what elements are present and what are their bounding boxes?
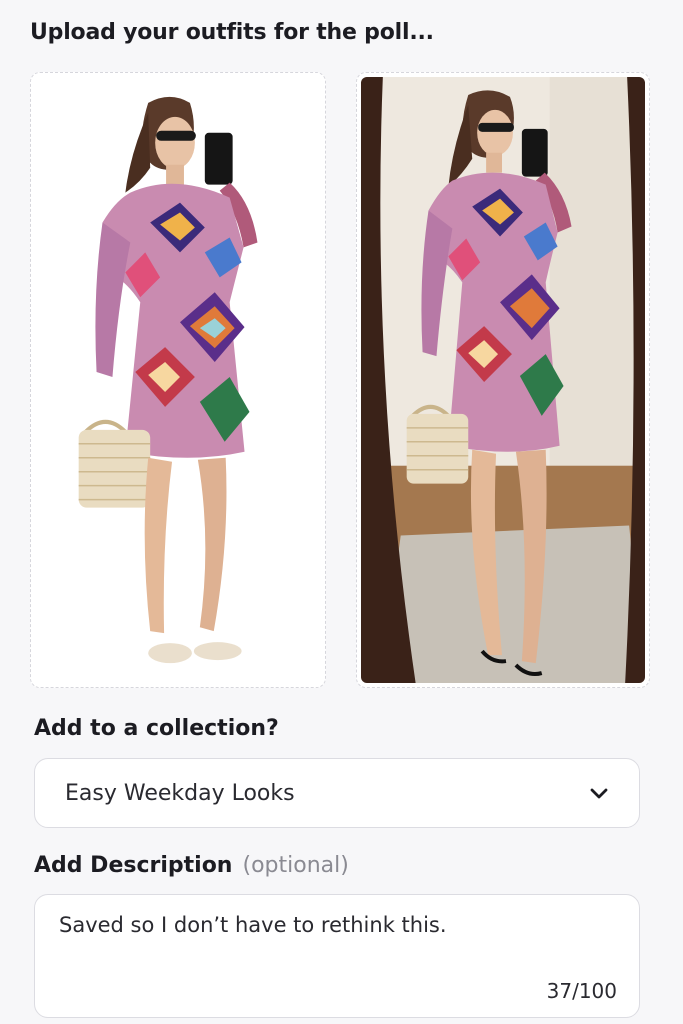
character-counter: 37/100 [546, 979, 617, 1003]
outfit-photo-2[interactable] [361, 77, 645, 683]
description-label: Add Description (optional) [34, 853, 349, 878]
page-title: Upload your outfits for the poll... [30, 20, 434, 45]
description-text[interactable]: Saved so I don’t have to rethink this. [59, 913, 447, 937]
description-textarea[interactable]: Saved so I don’t have to rethink this. 3… [34, 894, 640, 1018]
outfit-photo-1[interactable] [31, 73, 325, 687]
collection-select[interactable]: Easy Weekday Looks [34, 758, 640, 828]
outfit-upload-slot-2[interactable] [356, 72, 650, 688]
collection-label: Add to a collection? [34, 716, 279, 741]
outfit-upload-slot-1[interactable] [30, 72, 326, 688]
collection-selected-value: Easy Weekday Looks [65, 780, 295, 806]
chevron-down-icon[interactable] [587, 781, 611, 805]
description-label-text: Add Description [34, 853, 233, 878]
optional-hint: (optional) [242, 853, 349, 878]
